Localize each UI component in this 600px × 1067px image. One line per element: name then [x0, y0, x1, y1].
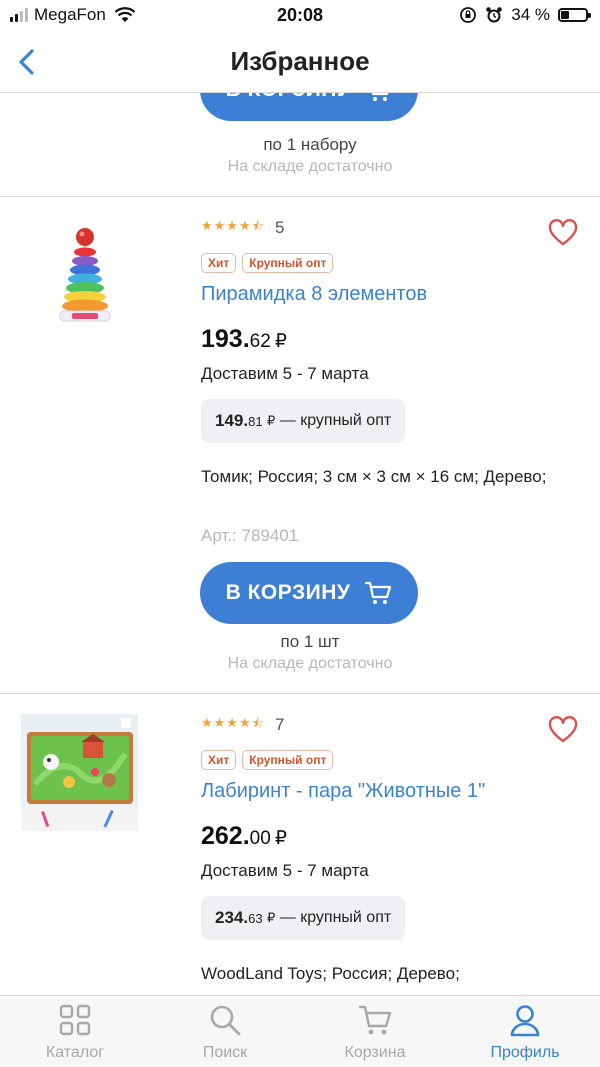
profile-icon — [510, 1005, 540, 1037]
tab-cart[interactable]: Корзина — [300, 996, 450, 1067]
rating: ★★★★⯪ 7 — [201, 714, 284, 736]
alarm-icon — [486, 7, 503, 23]
wholesale-price: 234. 63 ₽ — крупный опт — [201, 896, 406, 940]
cart-icon — [358, 1005, 392, 1035]
delivery-info: Доставим 5 - 7 марта — [201, 364, 369, 383]
rating: ★★★★⯪ 5 — [201, 217, 284, 239]
unit-text: по 1 шт — [280, 632, 340, 651]
status-right: 34 % — [459, 5, 591, 25]
stock-status: На складе достаточно — [227, 655, 393, 672]
favorites-list[interactable]: В КОРЗИНУ по 1 набору На складе достаточ… — [0, 93, 600, 995]
stock-status: На складе достаточно — [227, 158, 393, 175]
price-main: 262. — [201, 822, 250, 850]
favorite-heart-icon[interactable] — [548, 716, 578, 744]
product-image-pyramid[interactable] — [50, 223, 120, 328]
add-to-cart-button[interactable]: В КОРЗИНУ — [200, 93, 418, 121]
product-title-link[interactable]: Лабиринт - пара "Животные 1" — [201, 780, 485, 803]
page-title: Избранное — [230, 46, 370, 76]
tab-search[interactable]: Поиск — [150, 996, 300, 1067]
badge-row: Хит Крупный опт — [201, 253, 334, 273]
rating-stars-icon: ★★★★⯪ — [201, 218, 265, 233]
badge-row: Хит Крупный опт — [201, 750, 334, 770]
divider — [0, 196, 600, 197]
grid-icon — [59, 1004, 91, 1036]
wholesale-currency: ₽ — [267, 910, 276, 925]
wholesale-label: — крупный опт — [279, 909, 392, 926]
tab-bar: Каталог Поиск Корзина Профиль — [0, 995, 600, 1067]
badge-wholesale: Крупный опт — [242, 253, 334, 273]
delivery-info: Доставим 5 - 7 марта — [201, 861, 369, 880]
cart-button-label: В КОРЗИНУ — [226, 93, 351, 102]
product-description: WoodLand Toys; Россия; Дерево; — [201, 964, 460, 983]
search-icon — [210, 1005, 241, 1036]
wholesale-currency: ₽ — [267, 413, 276, 428]
tab-profile[interactable]: Профиль — [450, 996, 600, 1067]
price-main: 193. — [201, 325, 250, 353]
wholesale-main: 149. — [215, 411, 249, 430]
price-cents: 62 — [249, 331, 271, 352]
product-description: Томик; Россия; 3 см × 3 см × 16 см; Дере… — [201, 467, 547, 486]
cart-icon — [365, 581, 392, 604]
badge-wholesale: Крупный опт — [242, 750, 334, 770]
navigation-bar: Избранное — [0, 32, 600, 93]
wholesale-main: 234. — [215, 908, 249, 927]
tab-label: Профиль — [490, 1044, 560, 1061]
rating-count: 5 — [274, 218, 285, 237]
price-currency: ₽ — [274, 828, 287, 849]
add-to-cart-button[interactable]: В КОРЗИНУ — [200, 562, 418, 624]
wholesale-price: 149. 81 ₽ — крупный опт — [201, 399, 406, 443]
status-bar: MegaFon 20:08 34 % — [0, 0, 600, 32]
product-title-link[interactable]: Пирамидка 8 элементов — [201, 283, 427, 306]
tab-label: Корзина — [344, 1044, 406, 1061]
battery-percent: 34 % — [511, 5, 550, 24]
article-number: Арт.: 789401 — [201, 526, 299, 545]
rating-count: 7 — [274, 715, 285, 734]
badge-hit: Хит — [201, 253, 237, 273]
tab-label: Поиск — [202, 1044, 248, 1061]
wholesale-label: — крупный опт — [279, 412, 392, 429]
tab-catalog[interactable]: Каталог — [0, 996, 150, 1067]
product-price: 193.62 ₽ — [201, 325, 287, 354]
price-cents: 00 — [249, 828, 271, 849]
wholesale-cents: 63 — [248, 910, 263, 926]
divider — [0, 693, 600, 694]
battery-icon — [558, 8, 591, 22]
product-price: 262.00 ₽ — [201, 822, 287, 851]
unit-text: по 1 набору — [263, 135, 357, 154]
cart-button-label: В КОРЗИНУ — [225, 581, 351, 604]
price-currency: ₽ — [274, 331, 287, 352]
product-image-labyrinth[interactable] — [21, 714, 138, 831]
favorite-heart-icon[interactable] — [548, 219, 578, 247]
tab-label: Каталог — [45, 1044, 105, 1061]
cart-icon — [372, 93, 389, 101]
wholesale-cents: 81 — [248, 413, 263, 429]
rating-stars-icon: ★★★★⯪ — [201, 715, 265, 730]
badge-hit: Хит — [201, 750, 237, 770]
rotation-lock-icon — [460, 7, 477, 23]
